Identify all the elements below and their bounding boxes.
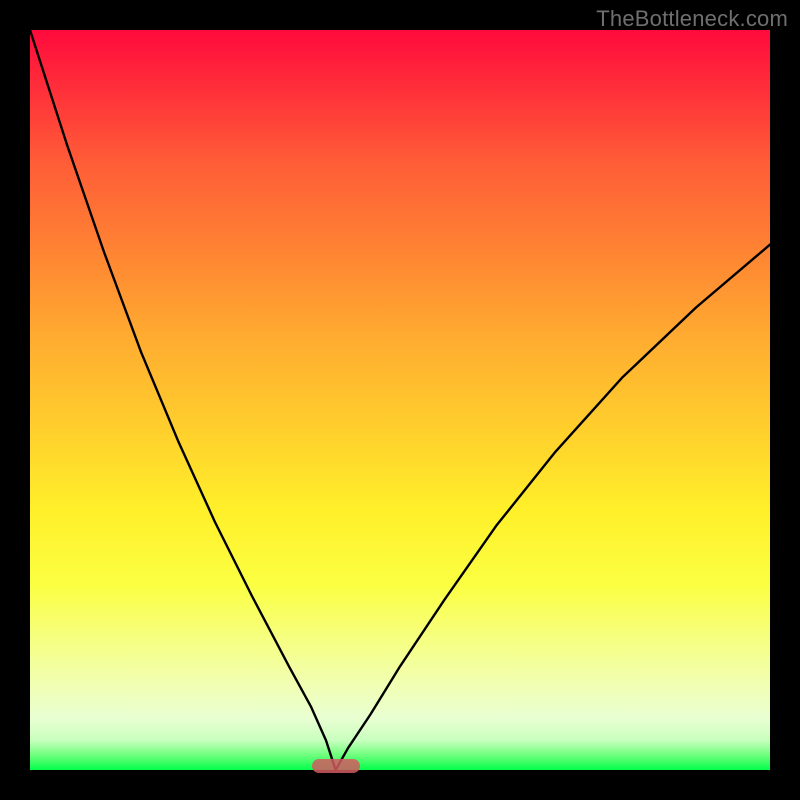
minimum-marker [312, 759, 360, 773]
chart-frame: TheBottleneck.com [0, 0, 800, 800]
bottleneck-curve [30, 30, 770, 770]
watermark-text: TheBottleneck.com [596, 6, 788, 32]
